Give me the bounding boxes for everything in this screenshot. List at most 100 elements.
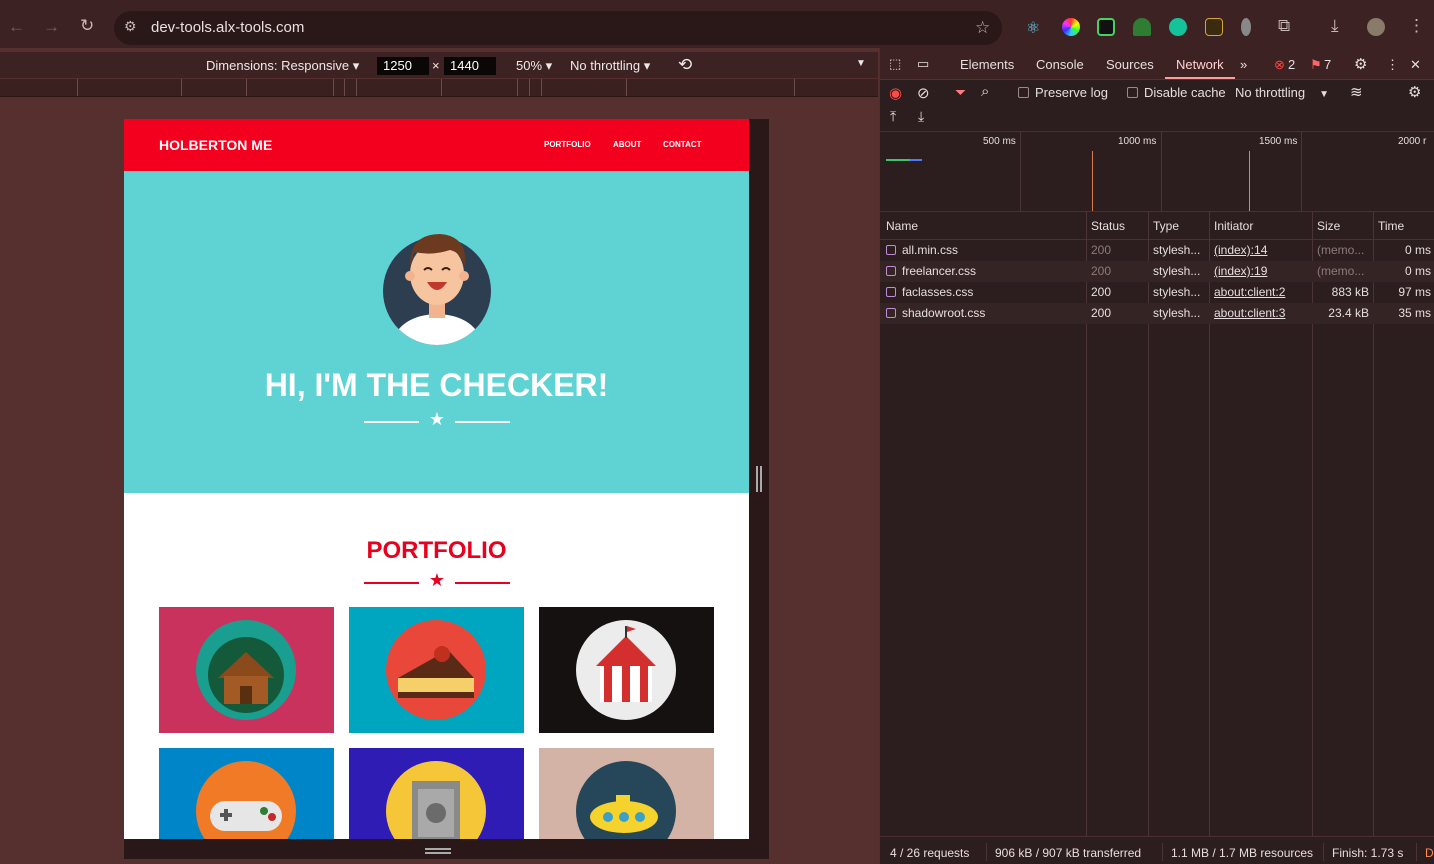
error-icon[interactable]: ⊗: [1274, 57, 1285, 73]
network-conditions-icon[interactable]: ≋: [1350, 83, 1363, 101]
import-har-icon[interactable]: ⤒: [890, 108, 896, 125]
dimensions-label: Dimensions: Responsive: [206, 58, 350, 73]
nav-portfolio-link[interactable]: PORTFOLIO: [544, 140, 591, 149]
network-overview-timeline[interactable]: 500 ms 1000 ms 1500 ms 2000 r: [880, 132, 1434, 212]
address-bar[interactable]: ⚙ dev-tools.alx-tools.com ☆: [114, 11, 1002, 45]
resize-handle-right[interactable]: [756, 466, 762, 492]
css-extension-icon[interactable]: [1205, 18, 1223, 36]
stylesheet-icon: [886, 266, 896, 276]
grammarly-icon[interactable]: [1169, 18, 1187, 36]
disable-cache-checkbox[interactable]: Disable cache: [1127, 85, 1226, 100]
download-icon[interactable]: ⤓: [1331, 17, 1339, 34]
filter-icon[interactable]: ⏷: [955, 84, 966, 101]
request-status: 200: [1091, 264, 1112, 278]
circus-tent-icon: [576, 620, 676, 720]
close-devtools-icon[interactable]: ✕: [1410, 57, 1421, 73]
error-count[interactable]: 2: [1288, 57, 1295, 72]
warning-count[interactable]: 7: [1324, 57, 1331, 72]
col-status[interactable]: Status: [1091, 219, 1125, 233]
col-name[interactable]: Name: [886, 219, 918, 233]
shield-extension-icon[interactable]: [1241, 18, 1251, 36]
active-tab-indicator: [1165, 77, 1235, 79]
react-extension-icon[interactable]: ⚛: [1026, 18, 1044, 37]
tab-sources[interactable]: Sources: [1106, 57, 1154, 72]
width-input[interactable]: 1250: [377, 57, 429, 75]
table-row[interactable]: all.min.css 200 stylesh... (index):14 (m…: [880, 240, 1434, 261]
color-extension-icon[interactable]: [1062, 18, 1080, 36]
tab-elements[interactable]: Elements: [960, 57, 1014, 72]
tab-network[interactable]: Network: [1176, 57, 1224, 72]
site-info-icon[interactable]: ⚙: [124, 19, 137, 33]
tab-console[interactable]: Console: [1036, 57, 1084, 72]
summary-transferred: 906 kB / 907 kB transferred: [995, 846, 1142, 860]
emulated-viewport[interactable]: HOLBERTON ME PORTFOLIO ABOUT CONTACT HI,…: [124, 119, 749, 839]
dimensions-select[interactable]: Dimensions: Responsive ▾: [206, 58, 359, 74]
back-icon[interactable]: ←: [8, 18, 25, 35]
menu-kebab-icon[interactable]: ⋮: [1408, 17, 1425, 34]
inspect-element-icon[interactable]: ⬚: [889, 56, 901, 72]
device-toggle-icon[interactable]: ▭: [917, 56, 929, 72]
site-brand[interactable]: HOLBERTON ME: [159, 137, 272, 153]
bookmark-star-icon[interactable]: ☆: [975, 19, 990, 36]
record-icon[interactable]: ◉: [889, 84, 902, 102]
request-name-cell: shadowroot.css: [886, 306, 985, 320]
settings-gear-icon[interactable]: ⚙: [1354, 55, 1367, 73]
avatar-illustration: [383, 234, 491, 345]
star-icon: ★: [428, 570, 446, 590]
throttling-select[interactable]: No throttling ▾: [570, 58, 650, 74]
device-options-icon[interactable]: ▼: [856, 58, 866, 69]
warning-icon[interactable]: ⚑: [1310, 57, 1322, 73]
url-text[interactable]: dev-tools.alx-tools.com: [151, 19, 304, 36]
network-throttling-select[interactable]: No throttling ▼: [1235, 85, 1329, 100]
col-time[interactable]: Time: [1378, 219, 1404, 233]
table-row[interactable]: faclasses.css 200 stylesh... about:clien…: [880, 282, 1434, 303]
network-throttling-label: No throttling: [1235, 85, 1306, 100]
portfolio-item-cake[interactable]: [349, 607, 524, 733]
resize-handle-bottom[interactable]: [425, 848, 451, 854]
request-initiator-link[interactable]: about:client:3: [1214, 306, 1285, 320]
portfolio-item-circus[interactable]: [539, 607, 714, 733]
request-status: 200: [1091, 306, 1112, 320]
search-icon[interactable]: ⌕: [981, 83, 989, 100]
clear-icon[interactable]: ⊘: [917, 84, 930, 102]
request-initiator-link[interactable]: (index):19: [1214, 264, 1267, 278]
nav-about-link[interactable]: ABOUT: [613, 140, 641, 149]
zoom-select[interactable]: 50% ▾: [516, 58, 552, 74]
col-initiator[interactable]: Initiator: [1214, 219, 1253, 233]
devtools-menu-icon[interactable]: ⋮: [1386, 57, 1399, 73]
network-settings-icon[interactable]: ⚙: [1408, 83, 1421, 101]
preserve-log-checkbox[interactable]: Preserve log: [1018, 85, 1108, 100]
reload-icon[interactable]: ↻: [80, 17, 94, 34]
zoom-label: 50%: [516, 58, 543, 73]
portfolio-item-game[interactable]: [159, 748, 334, 839]
checkbox-icon: [1018, 87, 1029, 98]
play-extension-icon[interactable]: [1097, 18, 1115, 36]
portfolio-item-cabin[interactable]: [159, 607, 334, 733]
nav-contact-link[interactable]: CONTACT: [663, 140, 702, 149]
tree-extension-icon[interactable]: [1133, 18, 1151, 36]
request-initiator-link[interactable]: about:client:2: [1214, 285, 1285, 299]
request-name: freelancer.css: [902, 264, 977, 278]
col-type[interactable]: Type: [1153, 219, 1179, 233]
portfolio-item-submarine[interactable]: [539, 748, 714, 839]
rotate-icon[interactable]: ⟲: [678, 55, 692, 75]
request-size: 23.4 kB: [1328, 306, 1369, 320]
hero-divider: ★: [364, 409, 510, 432]
table-row[interactable]: freelancer.css 200 stylesh... (index):19…: [880, 261, 1434, 282]
media-query-ruler[interactable]: [0, 79, 878, 97]
request-initiator-link[interactable]: (index):14: [1214, 243, 1267, 257]
request-status: 200: [1091, 285, 1112, 299]
profile-avatar[interactable]: [1367, 18, 1385, 36]
request-name: faclasses.css: [902, 285, 974, 299]
portfolio-item-safe[interactable]: [349, 748, 524, 839]
extensions-puzzle-icon[interactable]: ⧉: [1278, 17, 1290, 34]
table-row[interactable]: shadowroot.css 200 stylesh... about:clie…: [880, 303, 1434, 324]
more-tabs-icon[interactable]: »: [1240, 57, 1247, 72]
network-toolbar: ◉ ⊘ ⏷ ⌕ Preserve log Disable cache No th…: [880, 80, 1434, 132]
cake-icon: [386, 620, 486, 720]
height-input[interactable]: 1440: [444, 57, 496, 75]
col-size[interactable]: Size: [1317, 219, 1340, 233]
summary-requests: 4 / 26 requests: [890, 846, 970, 860]
forward-icon[interactable]: →: [43, 18, 60, 35]
export-har-icon[interactable]: ⤓: [918, 108, 924, 125]
